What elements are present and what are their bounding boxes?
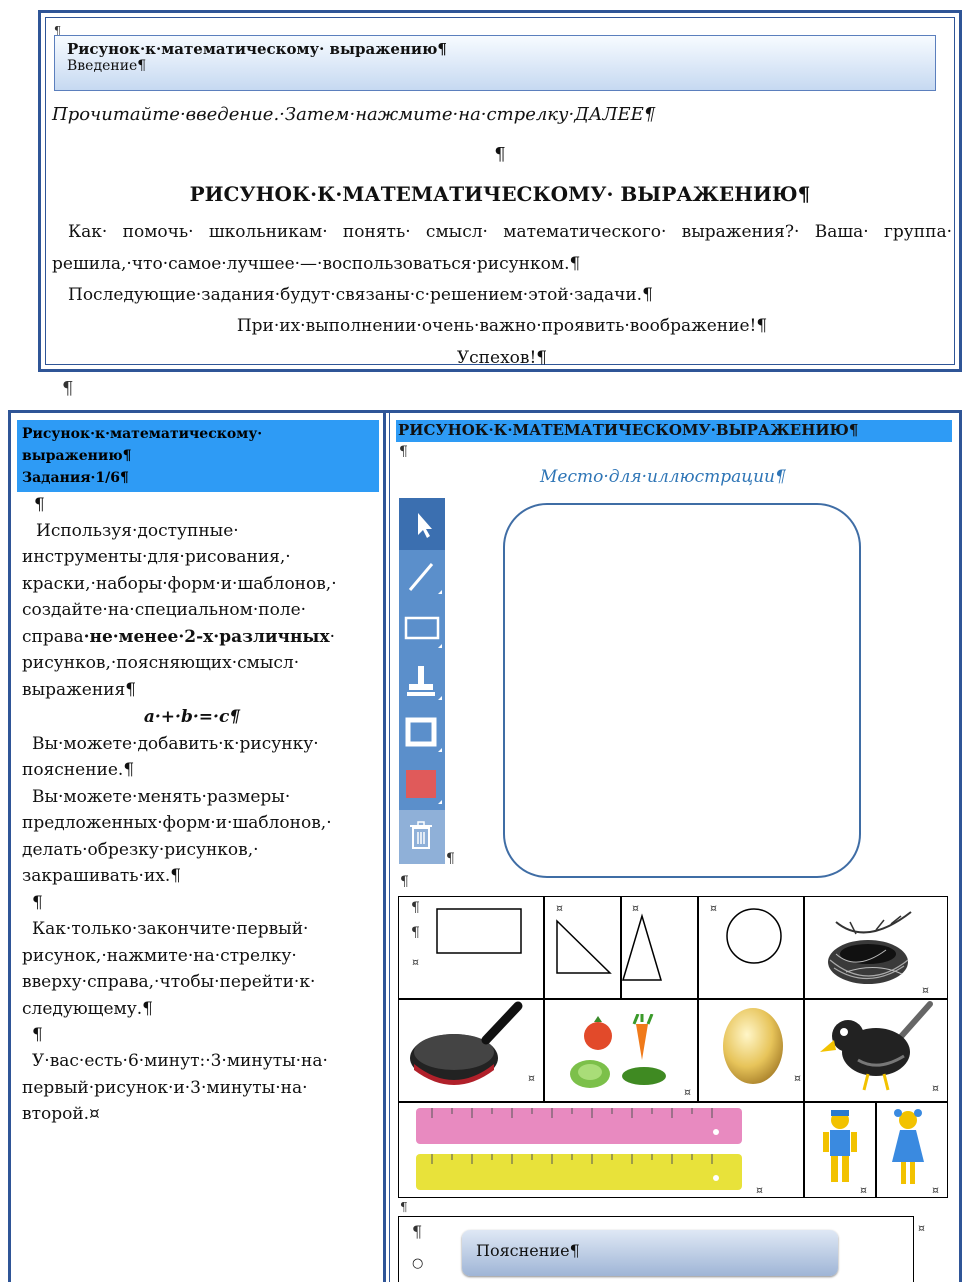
task-text: справа <box>22 627 84 647</box>
task-line: инструменты·для·рисования,· <box>22 547 291 567</box>
task-line: выражения¶ <box>22 680 137 700</box>
pilcrow: ¶ <box>411 900 420 916</box>
rulers-icon[interactable] <box>412 1106 746 1192</box>
banner-subtitle: Введение¶ <box>67 58 147 74</box>
stamp-icon[interactable] <box>399 654 445 706</box>
task-line: Вы·можете·менять·размеры· <box>32 787 291 807</box>
cell-mark: ¤ <box>794 1072 801 1085</box>
illustration-label: Место·для·иллюстрации¶ <box>540 467 786 487</box>
task-emphasis: ·не·менее·2-х·различных <box>83 627 330 647</box>
intro-paragraph-3: При·их·выполнении·очень·важно·проявить·в… <box>236 316 768 336</box>
grid-line <box>803 897 805 998</box>
explanation-button-label: Пояснение¶ <box>476 1241 580 1260</box>
left-header-line-2: выражению¶ <box>22 448 132 464</box>
pilcrow: ¶ <box>62 378 74 399</box>
pilcrow: ¶ <box>494 144 506 165</box>
right-triangle-shape[interactable] <box>554 918 614 978</box>
right-header-title: РИСУНОК·К·МАТЕМАТИЧЕСКОМУ·ВЫРАЖЕНИЮ¶ <box>398 421 859 439</box>
task-line: делать·обрезку·рисунков,· <box>22 840 259 860</box>
task-line: Вы·можете·добавить·к·рисунку· <box>32 734 319 754</box>
bird-icon[interactable] <box>818 1000 934 1096</box>
grid-line <box>803 998 805 1101</box>
grid-line <box>875 1101 877 1197</box>
banner-title: Рисунок·к·математическому· выражению¶ <box>67 40 447 58</box>
task-line: Используя·доступные· <box>36 521 239 541</box>
task-line: У·вас·есть·6·минут:·3·минуты·на· <box>32 1051 328 1071</box>
cell-mark: ¤ <box>932 1082 939 1095</box>
border-icon[interactable] <box>399 706 445 758</box>
cell-mark: ¤ <box>710 902 717 915</box>
task-line: пояснение.¶ <box>22 760 135 780</box>
cursor-icon[interactable] <box>399 498 445 550</box>
pilcrow: ¶ <box>446 851 455 867</box>
pilcrow: ¶ <box>400 1200 408 1214</box>
grid-line <box>697 897 699 998</box>
pilcrow: ¶ <box>34 495 45 515</box>
cell-mark: ¤ <box>756 1184 763 1197</box>
cell-mark: ¤ <box>860 1184 867 1197</box>
task-line: закрашивать·их.¶ <box>22 866 182 886</box>
task-line: первый·рисунок·и·3·минуты·на· <box>22 1078 308 1098</box>
intro-paragraph-1-line-2: решила,·что·самое·лучшее·—·воспользовать… <box>52 254 581 274</box>
cell-mark: ¤ <box>918 1222 925 1235</box>
trash-icon[interactable] <box>399 810 445 864</box>
pilcrow: ¶ <box>32 893 43 913</box>
cell-mark: ¤ <box>528 1072 535 1085</box>
cell-mark: ¤ <box>684 1086 691 1099</box>
cell-mark: ¤ <box>932 1184 939 1197</box>
task-line: краски,·наборы·форм·и·шаблонов,· <box>22 574 337 594</box>
rectangle-icon[interactable] <box>399 602 445 654</box>
nest-icon[interactable] <box>816 902 926 994</box>
line-icon[interactable] <box>399 550 445 602</box>
intro-heading: РИСУНОК·К·МАТЕМАТИЧЕСКОМУ· ВЫРАЖЕНИЮ¶ <box>189 182 811 206</box>
fill-color-icon[interactable] <box>399 758 445 810</box>
radio-mark: ○ <box>412 1256 424 1271</box>
circle-shape[interactable] <box>724 906 784 966</box>
intro-paragraph-1-line-1: Как· помочь· школьникам· понять· смысл· … <box>68 222 952 242</box>
formula: a·+·b·=·c¶ <box>143 707 241 727</box>
grid-line <box>399 1101 947 1103</box>
rectangle-shape[interactable] <box>436 908 522 954</box>
intro-paragraph-4: Успехов!¶ <box>456 348 548 368</box>
left-header-line-1: Рисунок·к·математическому· <box>22 426 263 442</box>
egg-icon[interactable] <box>718 1000 788 1086</box>
pilcrow: ¶ <box>32 1025 43 1045</box>
drawing-area[interactable] <box>503 503 861 878</box>
task-line: создайте·на·специальном·поле· <box>22 600 307 620</box>
task-line: рисунков,·поясняющих·смысл· <box>22 653 300 673</box>
task-line: вверху·справа,·чтобы·перейти·к· <box>22 972 316 992</box>
task-line: второй.¤ <box>22 1104 100 1124</box>
cell-mark: ¤ <box>412 956 419 969</box>
cell-mark: ¤ <box>922 984 929 997</box>
pilcrow: ¶ <box>412 1222 423 1241</box>
grid-line <box>803 1101 805 1197</box>
pilcrow: ¶ <box>400 874 409 890</box>
task-text: · <box>329 627 336 647</box>
task-line: следующему.¶ <box>22 999 153 1019</box>
intro-paragraph-2: Последующие·задания·будут·связаны·с·реше… <box>68 285 653 305</box>
triangle-shape[interactable] <box>620 912 664 984</box>
boy-figure-icon[interactable] <box>820 1108 860 1188</box>
grid-line <box>543 897 545 998</box>
pilcrow: ¶ <box>411 925 420 941</box>
frying-pan-icon[interactable] <box>406 1000 526 1092</box>
left-header-tasks: Задания·1/6¶ <box>22 470 129 486</box>
task-line: Как·только·закончите·первый· <box>32 919 309 939</box>
task-line-bold: справа·не·менее·2-х·различных· <box>22 624 382 651</box>
task-line: рисунок,·нажмите·на·стрелку· <box>22 946 297 966</box>
cell-mark: ¤ <box>556 902 563 915</box>
vegetables-icon[interactable] <box>568 1014 674 1092</box>
intro-instruction: Прочитайте·введение.·Затем·нажмите·на·ст… <box>52 104 656 125</box>
girl-figure-icon[interactable] <box>888 1108 928 1188</box>
pilcrow: ¶ <box>399 444 408 460</box>
grid-line <box>543 998 545 1101</box>
grid-line <box>697 998 699 1101</box>
drawing-toolbar <box>399 498 445 864</box>
task-line: предложенных·форм·и·шаблонов,· <box>22 813 332 833</box>
